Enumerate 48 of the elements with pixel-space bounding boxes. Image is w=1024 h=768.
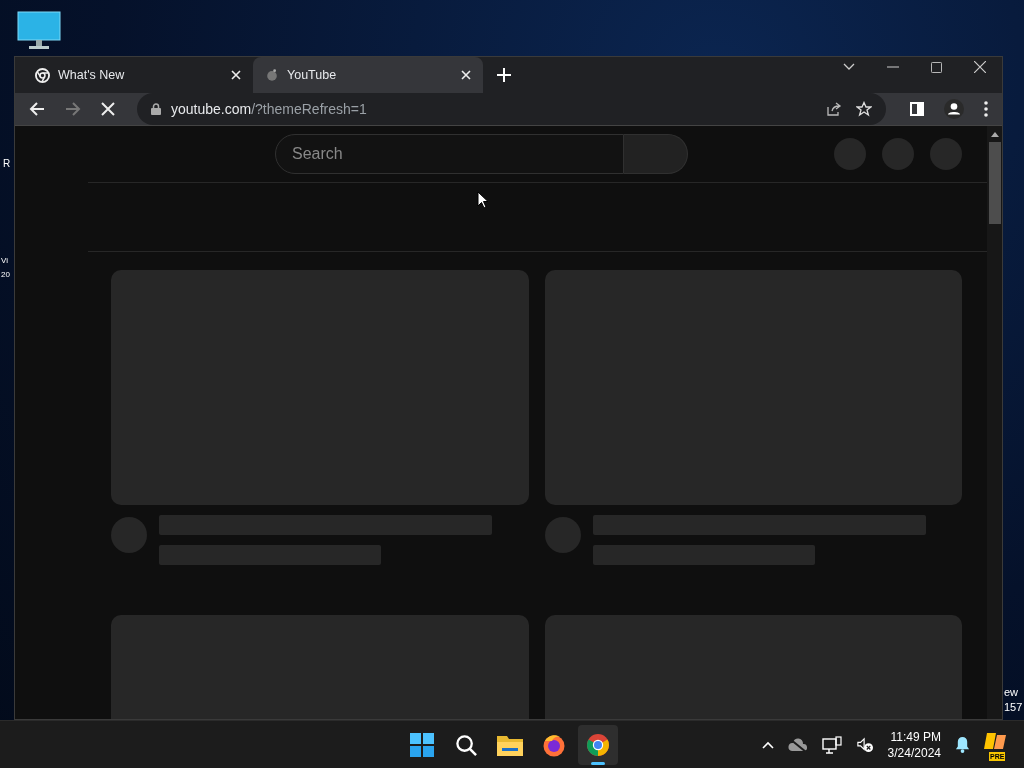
loading-icon [265, 68, 279, 82]
folder-icon [497, 734, 523, 756]
placeholder-circle [930, 138, 962, 170]
profile-icon[interactable] [944, 99, 964, 119]
mouse-cursor [477, 191, 489, 209]
browser-tab[interactable]: What's New [23, 57, 253, 93]
search-icon [454, 733, 478, 757]
volume-muted-icon[interactable] [855, 736, 874, 753]
scroll-up-icon[interactable] [990, 132, 999, 137]
lock-icon [151, 103, 161, 115]
url-text: youtube.com/?themeRefresh=1 [171, 101, 367, 117]
star-icon[interactable] [856, 101, 872, 117]
scrollbar[interactable] [987, 126, 1002, 719]
browser-tab[interactable]: YouTube [253, 57, 483, 93]
network-icon[interactable] [821, 735, 842, 754]
placeholder-circle [834, 138, 866, 170]
desktop-icon-label: Vi 20 [1, 255, 10, 281]
address-bar[interactable]: youtube.com/?themeRefresh=1 [137, 93, 886, 125]
avatar-placeholder [111, 517, 147, 553]
placeholder-circle [882, 138, 914, 170]
clock[interactable]: 11:49 PM 3/24/2024 [887, 728, 941, 761]
chrome-icon [35, 67, 50, 83]
maximize-icon[interactable] [931, 61, 942, 73]
time-text: 11:49 PM [890, 728, 941, 745]
search-field[interactable]: Search [275, 134, 624, 174]
back-arrow-icon[interactable] [29, 101, 45, 117]
close-icon[interactable] [974, 61, 986, 73]
new-tab-icon[interactable] [497, 68, 511, 82]
chevron-down-icon[interactable] [843, 63, 855, 71]
computer-icon[interactable] [17, 11, 61, 51]
stop-icon[interactable] [101, 102, 115, 116]
bell-icon[interactable] [955, 736, 970, 753]
copilot-icon [984, 731, 1006, 750]
chrome-icon [586, 733, 610, 757]
scrollbar-thumb[interactable] [988, 142, 1001, 224]
chevron-up-icon[interactable] [761, 740, 774, 749]
cloud-off-icon[interactable] [787, 737, 808, 752]
date-text: 3/24/2024 [887, 744, 941, 761]
avatar-placeholder [545, 517, 581, 553]
side-panel-icon[interactable] [910, 102, 924, 116]
desktop-icon-label: ew 157 [1004, 685, 1023, 715]
windows-icon [410, 733, 434, 757]
menu-icon[interactable] [984, 101, 988, 117]
taskbar-app-button[interactable] [578, 725, 618, 765]
active-indicator [591, 762, 605, 765]
desktop-icon-label: R [3, 157, 11, 171]
firefox-icon [542, 733, 566, 757]
share-icon[interactable] [826, 101, 842, 117]
